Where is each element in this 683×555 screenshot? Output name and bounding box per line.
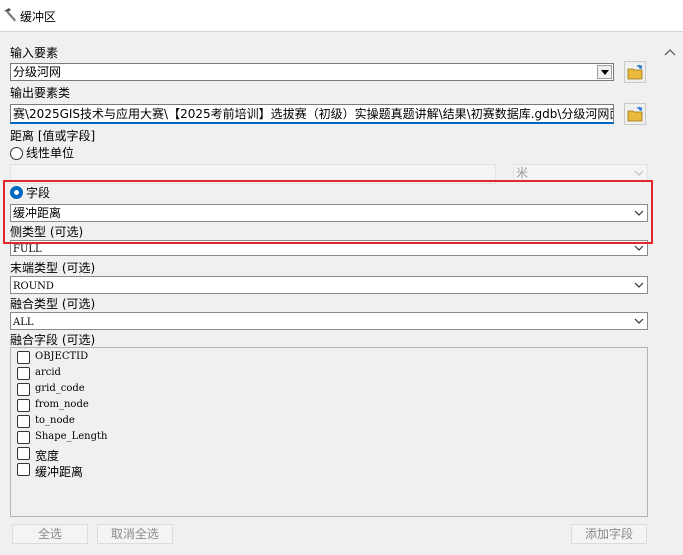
add-field-button[interactable]: 添加字段 [571,524,647,544]
dropdown-arrow-icon [601,70,609,75]
list-item-label: OBJECTID [35,351,89,362]
list-item-label: grid_code [35,383,85,394]
linear-unit-placeholder: 米 [516,166,529,180]
chevron-up-icon[interactable] [664,48,676,56]
output-feature-class-label: 输出要素类 [10,86,71,100]
input-features-browse-button[interactable] [624,61,646,83]
chevron-down-icon [634,282,644,288]
chevron-down-icon [634,170,644,176]
linear-unit-select[interactable]: 米 [513,164,648,182]
input-features-value: 分级河网 [13,65,62,79]
dissolve-fields-label: 融合字段 (可选) [10,333,96,347]
list-item-label: to_node [35,415,75,426]
checkbox[interactable] [17,351,30,364]
chevron-down-icon [634,245,644,251]
hammer-icon [4,8,16,22]
input-features-label: 输入要素 [10,46,59,60]
side-type-value: FULL [13,244,42,255]
clear-all-button[interactable]: 取消全选 [97,524,173,544]
linear-unit-radio[interactable] [10,147,23,160]
linear-unit-value-input[interactable] [10,164,496,184]
list-item-label: arcid [35,367,61,378]
folder-open-icon [627,64,643,80]
list-item-label: Shape_Length [35,431,108,442]
chevron-down-icon [634,318,644,324]
end-type-label: 末端类型 (可选) [10,261,96,275]
dissolve-type-select[interactable]: ALL [10,312,648,330]
list-item-label: 宽度 [35,449,60,463]
checkbox[interactable] [17,367,30,380]
field-radio[interactable] [10,186,23,199]
distance-label: 距离 [值或字段] [10,129,96,143]
end-type-value: ROUND [13,281,54,292]
side-type-label: 侧类型 (可选) [10,225,84,239]
linear-unit-label: 线性单位 [26,146,75,160]
end-type-select[interactable]: ROUND [10,276,648,294]
input-features-combo[interactable]: 分级河网 [10,63,614,81]
checkbox[interactable] [17,463,30,476]
output-feature-class-input[interactable]: 赛\2025GIS技术与应用大赛\【2025考前培训】选拔赛（初级）实操题真题讲… [10,104,614,124]
select-all-button[interactable]: 全选 [12,524,88,544]
window-title: 缓冲区 [20,10,57,24]
field-radio-label: 字段 [26,186,51,200]
checkbox[interactable] [17,431,30,444]
input-features-dropdown-button[interactable] [597,65,612,79]
output-feature-class-browse-button[interactable] [624,103,646,125]
vertical-scrollbar[interactable] [657,34,683,555]
dissolve-fields-list[interactable]: OBJECTID arcid grid_code from_node to_no… [10,347,648,517]
output-feature-class-value: 赛\2025GIS技术与应用大赛\【2025考前培训】选拔赛（初级）实操题真题讲… [13,107,614,121]
checkbox[interactable] [17,415,30,428]
distance-field-select[interactable]: 缓冲距离 [10,204,648,222]
dissolve-type-label: 融合类型 (可选) [10,297,96,311]
dissolve-type-value: ALL [13,317,34,328]
folder-open-icon [627,106,643,122]
chevron-down-icon [634,210,644,216]
list-item-label: 缓冲距离 [35,465,84,479]
checkbox[interactable] [17,447,30,460]
checkbox[interactable] [17,399,30,412]
title-bar: 缓冲区 [0,0,683,32]
distance-field-value: 缓冲距离 [13,206,62,220]
list-item-label: from_node [35,399,89,410]
side-type-select[interactable]: FULL [10,240,648,256]
checkbox[interactable] [17,383,30,396]
